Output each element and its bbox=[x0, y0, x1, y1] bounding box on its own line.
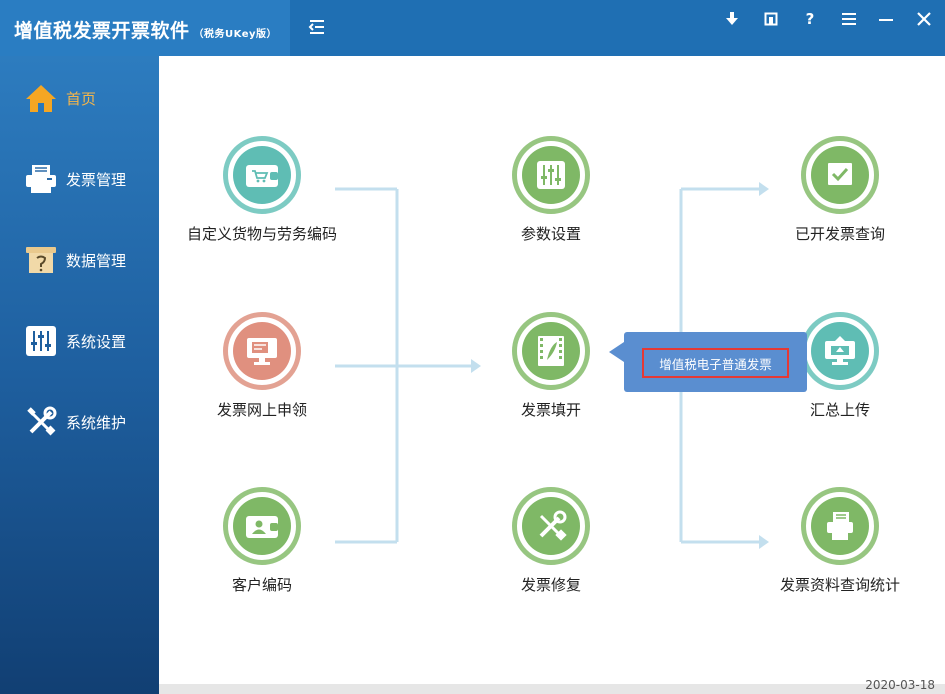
invoice-printer-icon bbox=[24, 162, 58, 196]
feather-icon bbox=[522, 322, 580, 380]
home-icon bbox=[24, 81, 58, 115]
app-title: 增值税发票开票软件 （税务UKey版） bbox=[14, 16, 277, 43]
help-icon[interactable]: ? bbox=[797, 8, 823, 30]
sidebar-item-system-maintenance[interactable]: 系统维护 bbox=[0, 392, 159, 452]
magnifier-check-icon bbox=[811, 146, 869, 204]
sidebar-item-invoice-management[interactable]: 发票管理 bbox=[0, 149, 159, 209]
popup-arrow bbox=[609, 342, 624, 362]
status-date: 2020-03-18 bbox=[865, 678, 935, 692]
func-parameter-settings[interactable]: 参数设置 bbox=[466, 136, 636, 244]
func-invoice-statistics[interactable]: 发票资料查询统计 bbox=[755, 487, 925, 595]
popup-item-e-invoice[interactable]: 增值税电子普通发票 bbox=[642, 348, 789, 378]
func-label: 发票网上申领 bbox=[216, 401, 307, 419]
sliders-icon bbox=[24, 324, 58, 358]
menu-icon[interactable] bbox=[836, 8, 862, 30]
func-circle bbox=[801, 312, 879, 390]
close-icon[interactable] bbox=[911, 8, 937, 30]
func-label: 自定义货物与劳务编码 bbox=[186, 225, 337, 243]
sidebar-item-label: 首页 bbox=[66, 89, 97, 108]
func-label: 发票填开 bbox=[520, 401, 581, 419]
func-customer-codes[interactable]: 客户编码 bbox=[177, 487, 347, 595]
sliders-icon bbox=[522, 146, 580, 204]
func-circle bbox=[223, 312, 301, 390]
sidebar-item-system-settings[interactable]: 系统设置 bbox=[0, 311, 159, 371]
wallet-person-icon bbox=[233, 497, 291, 555]
func-issued-invoice-query[interactable]: 已开发票查询 bbox=[755, 136, 925, 244]
func-invoice-repair[interactable]: 发票修复 bbox=[466, 487, 636, 595]
func-circle bbox=[801, 136, 879, 214]
wallet-cart-icon bbox=[233, 146, 291, 204]
help-glyph: ? bbox=[805, 10, 815, 28]
upload-monitor-icon bbox=[811, 322, 869, 380]
func-label: 参数设置 bbox=[520, 225, 581, 243]
title-zone: 增值税发票开票软件 （税务UKey版） bbox=[0, 0, 290, 56]
func-custom-goods-codes[interactable]: 自定义货物与劳务编码 bbox=[177, 136, 347, 244]
sidebar: 首页 发票管理 数据管理 系统设置 系统维护 bbox=[0, 56, 159, 694]
minimize-icon[interactable] bbox=[873, 8, 899, 30]
sidebar-item-label: 系统设置 bbox=[66, 332, 127, 351]
func-circle bbox=[223, 136, 301, 214]
wrench-screwdriver-icon bbox=[522, 497, 580, 555]
sidebar-item-data-management[interactable]: 数据管理 bbox=[0, 230, 159, 290]
app-subtitle: （税务UKey版） bbox=[193, 29, 278, 40]
func-circle bbox=[512, 487, 590, 565]
sidebar-item-home[interactable]: 首页 bbox=[0, 68, 159, 128]
sidebar-item-label: 系统维护 bbox=[66, 413, 127, 432]
magnifier-printer-icon bbox=[811, 497, 869, 555]
func-online-apply[interactable]: 发票网上申领 bbox=[177, 312, 347, 420]
func-invoice-issue[interactable]: 发票填开 bbox=[466, 312, 636, 420]
sidebar-item-label: 发票管理 bbox=[66, 170, 127, 189]
func-label: 汇总上传 bbox=[809, 401, 870, 419]
app-title-text: 增值税发票开票软件 bbox=[14, 20, 190, 42]
download-icon[interactable] bbox=[719, 8, 745, 30]
sidebar-item-label: 数据管理 bbox=[66, 251, 127, 270]
func-circle bbox=[512, 312, 590, 390]
tools-icon bbox=[24, 405, 58, 439]
func-circle bbox=[223, 487, 301, 565]
main-content: 自定义货物与劳务编码 发票网上申领 客户编码 参数设置 发票填开 发票修复 已开… bbox=[159, 56, 945, 684]
func-label: 已开发票查询 bbox=[794, 225, 885, 243]
func-circle bbox=[512, 136, 590, 214]
func-circle bbox=[801, 487, 879, 565]
status-bar: 2020-03-18 bbox=[159, 678, 945, 694]
restore-icon[interactable] bbox=[758, 8, 784, 30]
collapse-sidebar-icon[interactable] bbox=[306, 16, 328, 38]
func-label: 发票修复 bbox=[520, 576, 581, 594]
title-bar: 增值税发票开票软件 （税务UKey版） ? bbox=[0, 0, 945, 56]
data-management-icon bbox=[24, 243, 58, 277]
func-label: 发票资料查询统计 bbox=[779, 576, 900, 594]
func-label: 客户编码 bbox=[231, 576, 292, 594]
monitor-card-icon bbox=[233, 322, 291, 380]
